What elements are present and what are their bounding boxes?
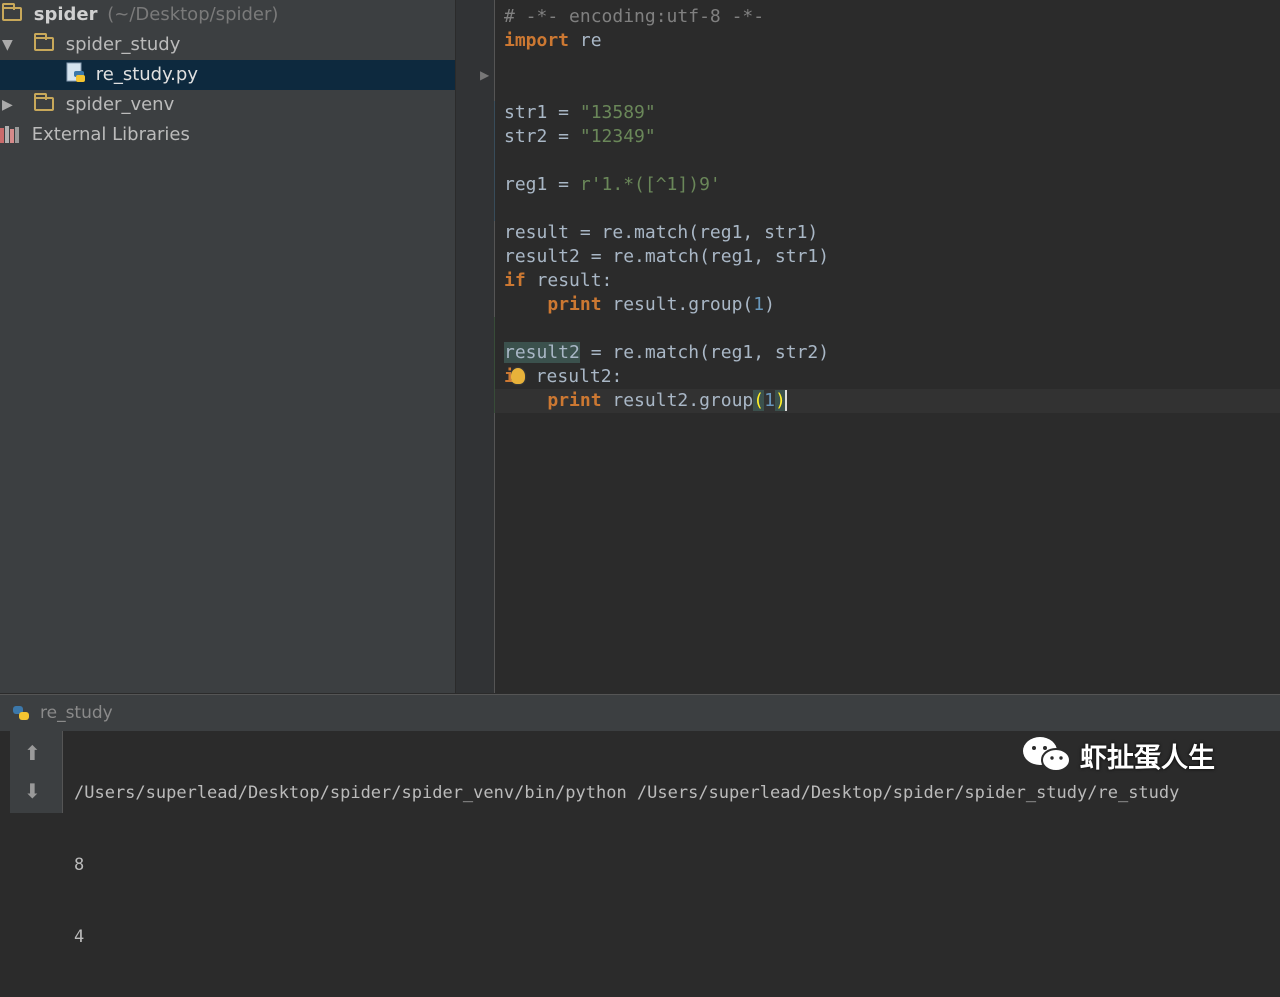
code-line[interactable]: print result2.group(1) <box>504 389 829 413</box>
tree-item-label: re_study.py <box>95 64 198 85</box>
code-line[interactable]: import re <box>504 29 829 53</box>
fold-arrow-icon[interactable]: ▶ <box>480 68 489 82</box>
code-line[interactable]: str1 = "13589" <box>504 101 829 125</box>
python-file-icon <box>66 62 86 84</box>
wechat-icon <box>1020 734 1074 776</box>
code-line[interactable]: print result.group(1) <box>504 293 829 317</box>
code-line[interactable] <box>504 53 829 77</box>
editor-gutter[interactable]: ▶ <box>456 0 497 693</box>
console-line: 4 <box>74 927 85 947</box>
code-line[interactable] <box>504 77 829 101</box>
code-line[interactable]: # -*- encoding:utf-8 -*- <box>504 5 829 29</box>
arrow-down-icon[interactable]: ⬇ <box>24 779 41 803</box>
run-toolbar: re_study <box>0 694 1280 731</box>
console-line: /Users/superlead/Desktop/spider/spider_v… <box>74 783 1180 803</box>
tree-item-spider-venv[interactable]: ▶ spider_venv <box>0 90 174 120</box>
tree-root-spider[interactable]: spider (~/Desktop/spider) <box>0 0 278 30</box>
code-line[interactable]: result2 = re.match(reg1, str1) <box>504 245 829 269</box>
code-editor[interactable]: # -*- encoding:utf-8 -*- import re str1 =… <box>495 0 1280 693</box>
tree-item-label: External Libraries <box>31 124 190 145</box>
folder-icon <box>34 93 54 111</box>
project-panel: spider (~/Desktop/spider) ▼ spider_study… <box>0 0 456 693</box>
code-line[interactable]: if result: <box>504 269 829 293</box>
code-line[interactable] <box>504 149 829 173</box>
code-line[interactable]: str2 = "12349" <box>504 125 829 149</box>
tree-root-name: spider <box>33 4 98 25</box>
tree-item-label: spider_study <box>65 34 181 55</box>
console-line: 8 <box>74 855 85 875</box>
chevron-down-icon[interactable]: ▼ <box>2 30 13 60</box>
watermark: 虾扯蛋人生 <box>1020 734 1215 776</box>
arrow-up-icon[interactable]: ⬆ <box>24 741 41 765</box>
chevron-right-icon[interactable]: ▶ <box>2 90 13 120</box>
code-content[interactable]: # -*- encoding:utf-8 -*- import re str1 =… <box>504 5 829 413</box>
folder-icon <box>2 3 22 21</box>
python-icon <box>12 705 30 721</box>
code-line[interactable] <box>504 317 829 341</box>
tree-item-external-libraries[interactable]: External Libraries <box>0 120 190 150</box>
watermark-text: 虾扯蛋人生 <box>1080 742 1215 774</box>
run-tab-label[interactable]: re_study <box>40 703 113 723</box>
folder-icon <box>34 33 54 51</box>
code-line[interactable]: i result2: <box>504 365 829 389</box>
tree-item-re-study-py[interactable]: re_study.py <box>0 60 455 90</box>
tree-root-path: (~/Desktop/spider) <box>107 4 279 25</box>
code-line[interactable]: result2 = re.match(reg1, str2) <box>504 341 829 365</box>
library-icon <box>0 123 22 143</box>
tree-item-label: spider_venv <box>65 94 175 115</box>
code-line[interactable]: reg1 = r'1.*([^1])9' <box>504 173 829 197</box>
code-line[interactable]: result = re.match(reg1, str1) <box>504 221 829 245</box>
tree-item-spider-study[interactable]: ▼ spider_study <box>0 30 180 60</box>
code-line[interactable] <box>504 197 829 221</box>
console-sidebar: ⬆ ⬇ <box>10 731 63 813</box>
console-output: /Users/superlead/Desktop/spider/spider_v… <box>74 733 1179 997</box>
lightbulb-icon[interactable] <box>510 368 525 384</box>
